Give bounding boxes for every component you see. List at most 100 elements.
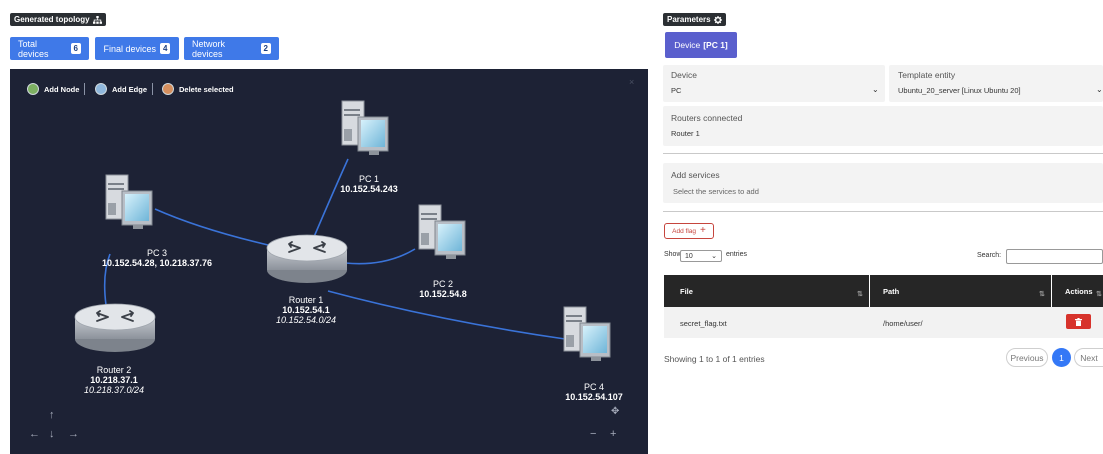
tab-device-pc1[interactable]: Device [PC 1] <box>665 32 737 58</box>
pc3-label: PC 3 10.152.54.28, 10.218.37.76 <box>102 248 212 268</box>
zoom-in-icon[interactable]: + <box>610 428 616 440</box>
entries-per-page-select[interactable]: 10 ⌄ <box>680 250 722 262</box>
search-input[interactable] <box>1006 249 1103 264</box>
add-services-label: Add services <box>671 170 720 180</box>
pc4-ip: 10.152.54.107 <box>565 392 623 402</box>
pc1-name: PC 1 <box>358 174 379 184</box>
services-select-placeholder[interactable]: Select the services to add <box>673 187 759 196</box>
pan-up-icon[interactable]: ↑ <box>49 409 55 421</box>
file-cell: secret_flag.txt <box>680 319 727 328</box>
toolbar-divider <box>84 83 85 95</box>
router2-node[interactable] <box>74 303 156 353</box>
delete-selected-icon <box>162 83 174 95</box>
pagination-previous-button[interactable]: Previous <box>1006 348 1048 367</box>
routers-connected-label: Routers connected <box>671 113 743 123</box>
routers-connected-value: Router 1 <box>671 129 700 138</box>
entries-per-page-value: 10 <box>685 252 693 260</box>
device-label: Device <box>671 70 697 80</box>
path-cell: /home/user/ <box>883 319 923 328</box>
add-flag-label: Add flag <box>672 227 696 235</box>
plus-icon: + <box>700 225 706 236</box>
parameters-title: Parameters <box>667 15 711 24</box>
network-devices-label: Network devices <box>192 38 226 59</box>
pc1-node[interactable] <box>341 100 389 156</box>
path-column-label: Path <box>883 287 900 296</box>
pc3-ip: 10.152.54.28, 10.218.37.76 <box>101 258 213 268</box>
pc4-node[interactable] <box>563 306 611 362</box>
delete-selected-label: Delete selected <box>179 84 234 94</box>
topology-title: Generated topology <box>14 15 90 24</box>
add-edge-icon <box>95 83 107 95</box>
table-row: secret_flag.txt /home/user/ <box>664 307 1103 338</box>
add-node-label: Add Node <box>44 84 80 94</box>
add-node-button[interactable]: Add Node <box>27 83 79 95</box>
total-devices-count: 6 <box>70 43 81 54</box>
divider <box>663 211 1103 212</box>
tab-device-name: [PC 1] <box>703 40 728 50</box>
routers-connected-field: Routers connected Router 1 <box>663 106 1103 146</box>
edge-router1-pc2 <box>344 248 416 265</box>
network-devices-count: 2 <box>260 43 271 54</box>
table-info: Showing 1 to 1 of 1 entries <box>664 354 765 364</box>
actions-column-label: Actions <box>1065 287 1093 296</box>
show-label: Show <box>664 251 682 258</box>
column-header-actions[interactable]: Actions ⇅ <box>1052 275 1103 307</box>
pc2-node[interactable] <box>418 204 466 260</box>
total-devices-button[interactable]: Total devices 6 <box>10 37 89 60</box>
pc2-ip: 10.152.54.8 <box>419 289 467 299</box>
template-entity-label: Template entity <box>898 70 956 80</box>
add-flag-button[interactable]: Add flag + <box>664 223 714 239</box>
sort-icon: ⇅ <box>1096 291 1102 298</box>
template-entity-select-value[interactable]: Ubuntu_20_server [Linux Ubuntu 20] <box>898 86 1021 95</box>
pagination-next-button[interactable]: Next <box>1074 348 1103 367</box>
total-devices-label: Total devices <box>18 38 49 59</box>
pagination-page-1-button[interactable]: 1 <box>1052 348 1071 367</box>
sitemap-icon <box>92 15 102 24</box>
add-services-field[interactable]: Add services Select the services to add <box>663 163 1103 203</box>
chevron-down-icon[interactable]: ⌄ <box>1096 85 1103 94</box>
divider <box>663 153 1103 154</box>
router2-name: Router 2 <box>96 365 132 375</box>
pan-right-icon[interactable]: → <box>68 428 79 440</box>
zoom-out-icon[interactable]: − <box>590 428 596 440</box>
device-select-value[interactable]: PC <box>671 86 681 95</box>
tab-device-prefix: Device <box>674 40 701 50</box>
router2-label: Router 2 10.218.37.1 10.218.37.0/24 <box>84 365 144 395</box>
column-header-file[interactable]: File ⇅ <box>664 275 869 307</box>
add-node-icon <box>27 83 39 95</box>
column-header-path[interactable]: Path ⇅ <box>870 275 1051 307</box>
device-field[interactable]: Device PC ⌄ <box>663 65 885 102</box>
add-edge-label: Add Edge <box>112 84 147 94</box>
close-icon[interactable]: × <box>629 77 634 87</box>
pc4-name: PC 4 <box>583 382 604 392</box>
router1-name: Router 1 <box>288 295 324 305</box>
toolbar-divider <box>152 83 153 95</box>
delete-flag-button[interactable] <box>1066 314 1091 329</box>
pc1-label: PC 1 10.152.54.243 <box>340 174 398 194</box>
network-devices-button[interactable]: Network devices 2 <box>184 37 279 60</box>
trash-icon <box>1075 317 1082 326</box>
chevron-down-icon: ⌄ <box>711 253 717 260</box>
fit-view-icon[interactable]: ✥ <box>611 406 619 417</box>
pan-down-icon[interactable]: ↓ <box>49 428 55 440</box>
final-devices-label: Final devices <box>103 43 157 54</box>
pc3-node[interactable] <box>105 174 153 230</box>
add-edge-button[interactable]: Add Edge <box>95 83 147 95</box>
pc2-label: PC 2 10.152.54.8 <box>419 279 467 299</box>
entries-label: entries <box>726 251 748 258</box>
router2-ip: 10.218.37.1 <box>90 375 138 385</box>
router1-node[interactable] <box>266 234 348 284</box>
sort-icon: ⇅ <box>857 291 863 298</box>
pan-left-icon[interactable]: ← <box>29 428 40 440</box>
final-devices-button[interactable]: Final devices 4 <box>95 37 179 60</box>
pc4-label: PC 4 10.152.54.107 <box>565 382 623 402</box>
template-entity-field[interactable]: Template entity Ubuntu_20_server [Linux … <box>889 65 1103 102</box>
topology-canvas[interactable]: Add Node Add Edge Delete selected × PC 1… <box>10 69 648 454</box>
sort-icon: ⇅ <box>1039 291 1045 298</box>
delete-selected-button[interactable]: Delete selected <box>162 83 234 95</box>
chevron-down-icon[interactable]: ⌄ <box>872 85 879 94</box>
pc1-ip: 10.152.54.243 <box>340 184 398 194</box>
pc3-name: PC 3 <box>146 248 168 258</box>
pc2-name: PC 2 <box>432 279 454 289</box>
final-devices-count: 4 <box>160 43 171 54</box>
